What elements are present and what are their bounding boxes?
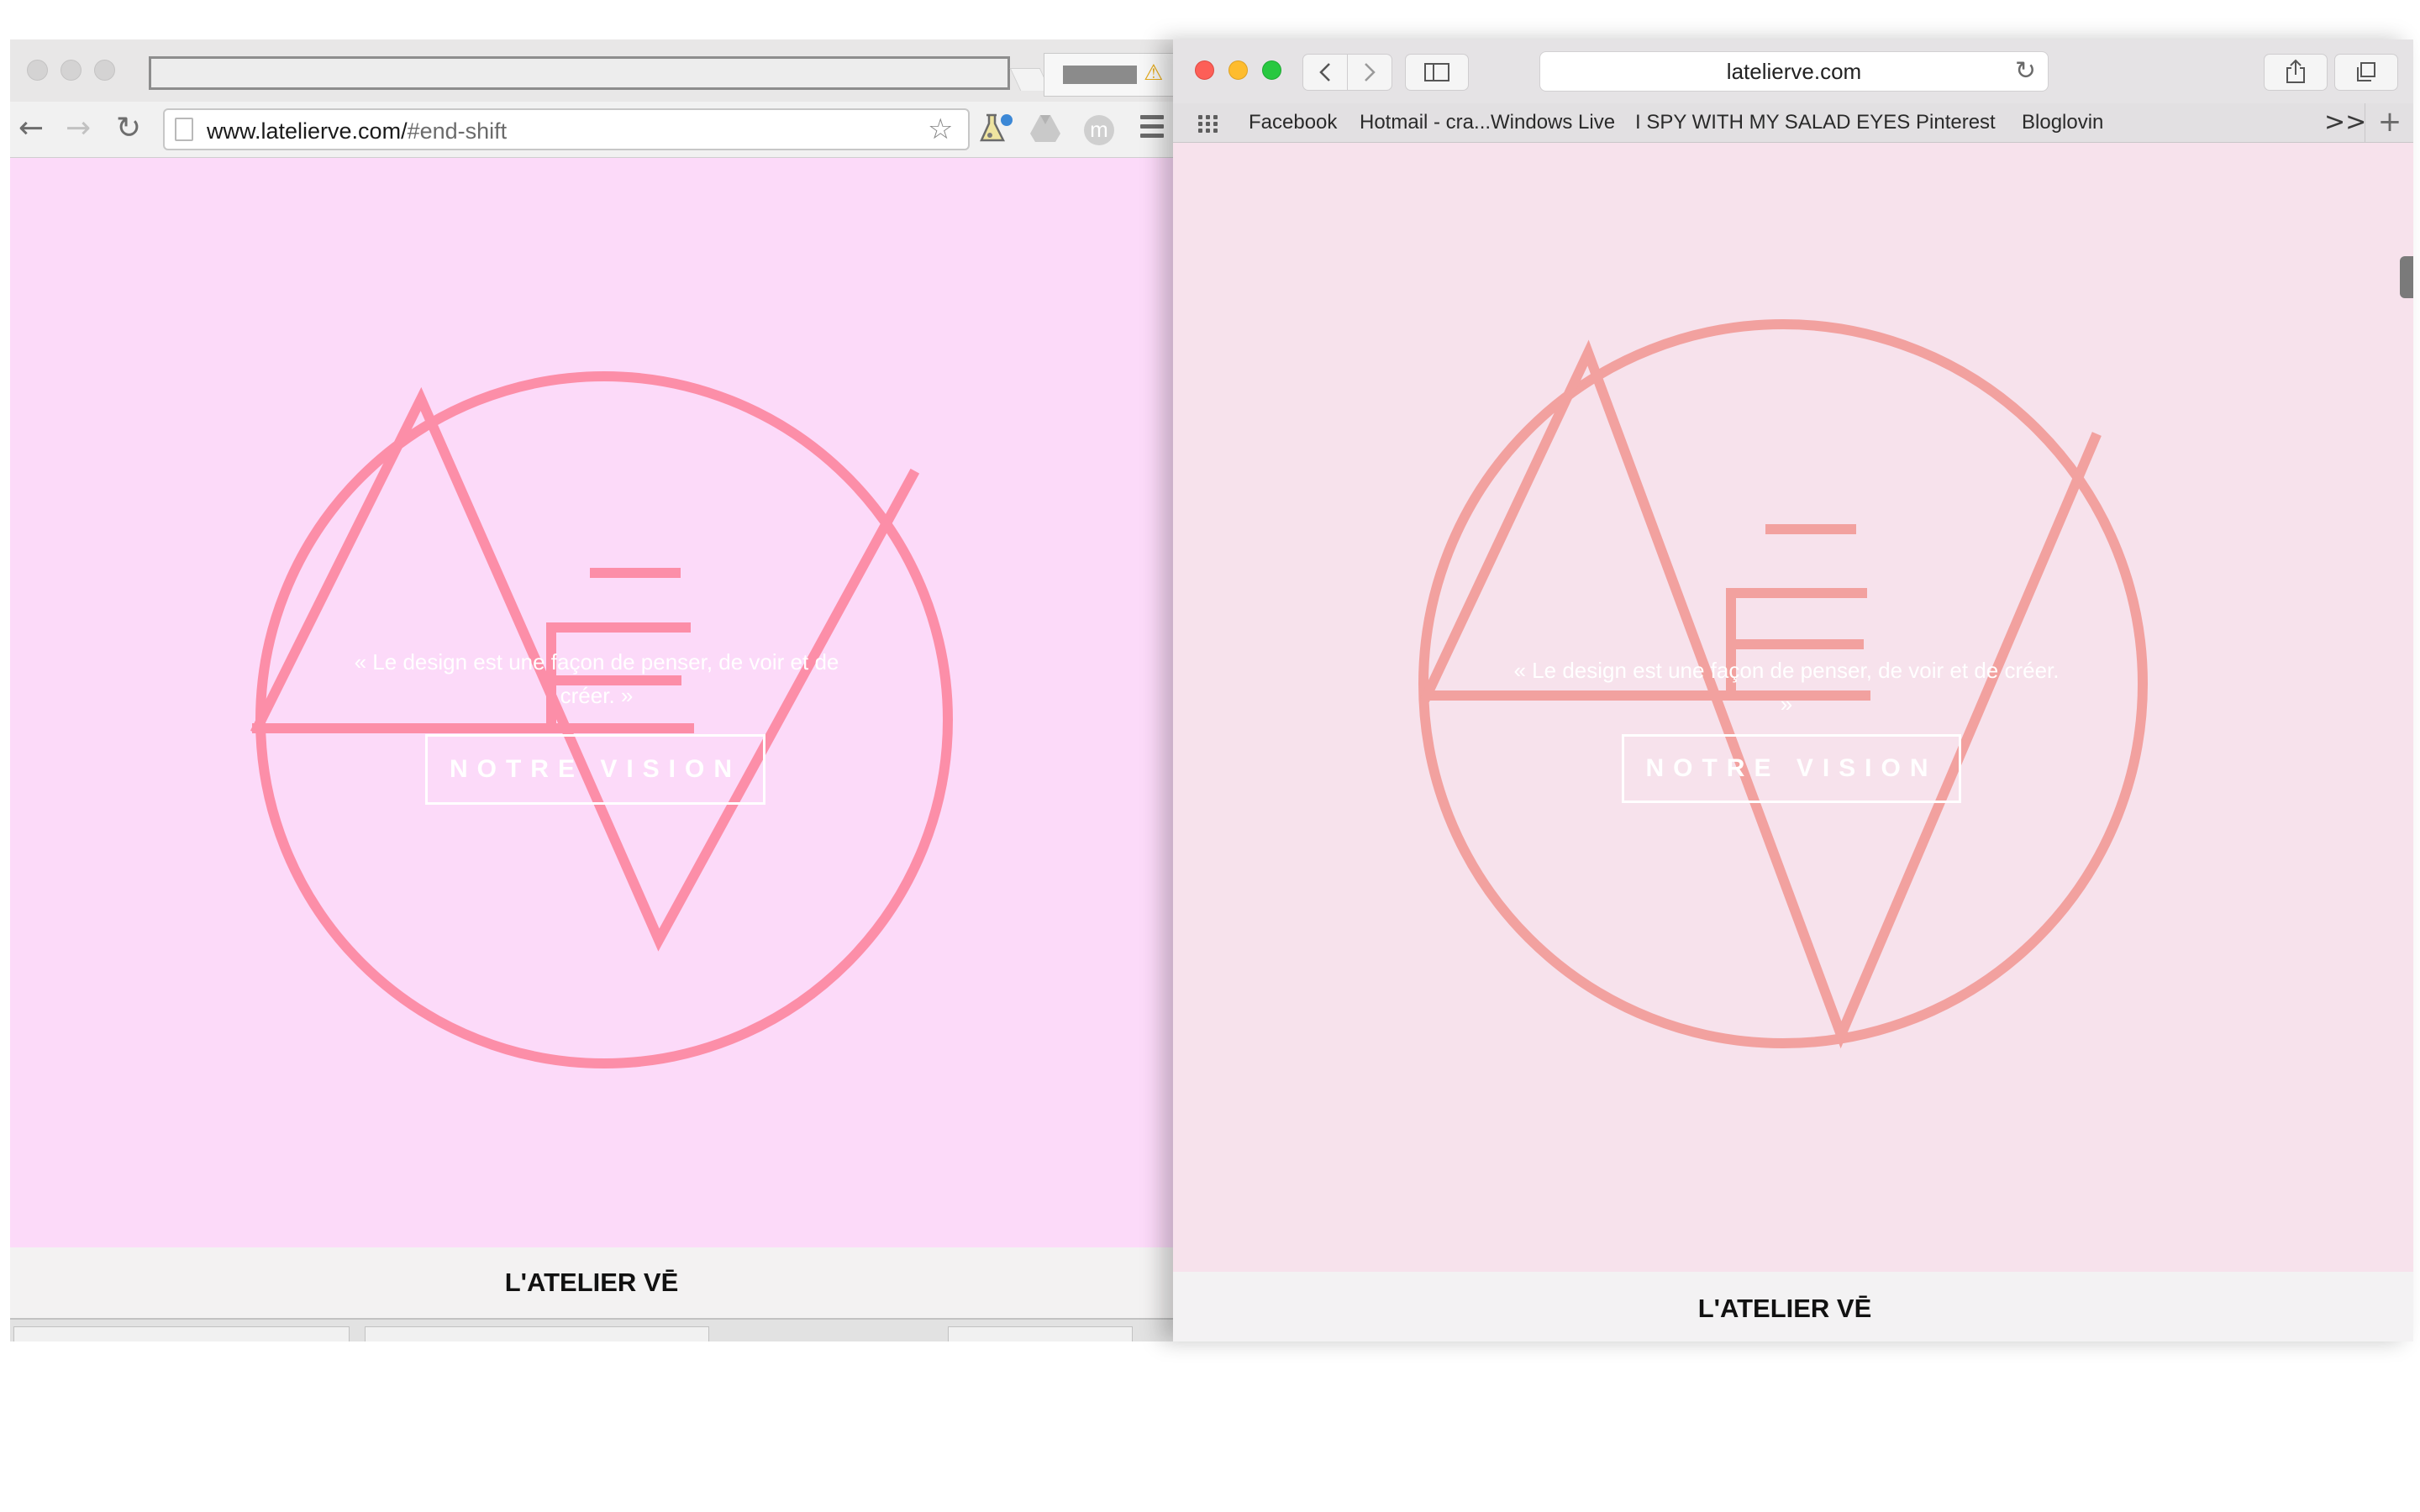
chevron-left-icon: [1319, 63, 1330, 81]
notre-vision-button[interactable]: NOTRE VISION: [1622, 734, 1961, 803]
browser-tab[interactable]: [149, 56, 1010, 90]
site-title: L'ATELIER VĒ: [504, 1268, 679, 1297]
chrome-page-hero: « Le design est une façon de penser, de …: [10, 158, 1173, 1247]
zoom-window-button[interactable]: [94, 60, 115, 81]
reload-icon[interactable]: ↻: [2015, 52, 2036, 91]
download-item[interactable]: [948, 1326, 1133, 1341]
back-button[interactable]: [1302, 54, 1348, 91]
safari-page-footer: L'ATELIER VĒ: [1173, 1272, 2413, 1341]
notre-vision-button[interactable]: NOTRE VISION: [425, 734, 765, 805]
safari-window: latelierve.com ↻ Facebook Hotmail - cra.…: [1173, 39, 2413, 1341]
minimize-window-button[interactable]: [1228, 60, 1248, 80]
bookmark-salad-eyes[interactable]: I SPY WITH MY SALAD EYES: [1635, 103, 1910, 142]
reload-button[interactable]: ↻: [116, 113, 141, 144]
logo-circle: [255, 371, 953, 1068]
chevron-right-icon: [1365, 63, 1376, 81]
new-tab-plus-icon[interactable]: +: [2365, 103, 2413, 142]
url-fragment: #end-shift: [407, 118, 508, 144]
sidebar-button[interactable]: [1405, 54, 1469, 91]
share-button[interactable]: [2264, 54, 2328, 91]
grid-icon[interactable]: [1198, 115, 1223, 133]
tabs-icon: [2357, 62, 2375, 81]
warning-icon: ⚠: [1144, 60, 1164, 86]
forward-button[interactable]: →: [66, 113, 91, 144]
drive-icon: [1030, 115, 1060, 142]
drive-extension-button[interactable]: [1028, 113, 1062, 144]
back-button[interactable]: ←: [18, 113, 44, 144]
share-icon: [2286, 59, 2305, 83]
sidebar-icon: [1424, 63, 1449, 81]
bookmark-hotmail[interactable]: Hotmail - cra...Windows Live: [1360, 103, 1615, 142]
address-bar[interactable]: latelierve.com ↻: [1539, 51, 2049, 92]
close-window-button[interactable]: [27, 60, 48, 81]
extension-flask-icon[interactable]: [976, 112, 1013, 145]
close-window-button[interactable]: [1195, 60, 1214, 80]
bookmark-bloglovin[interactable]: Bloglovin: [2022, 103, 2103, 142]
more-bookmarks-button[interactable]: >>: [2324, 103, 2366, 142]
address-bar[interactable]: www.latelierve.com/#end-shift ☆: [163, 108, 970, 150]
tabs-overview-button[interactable]: [2334, 54, 2398, 91]
chrome-toolbar: ← → ↻ www.latelierve.com/#end-shift ☆ m: [10, 102, 1173, 158]
url-domain: www.latelierve.com/: [207, 118, 408, 144]
flask-icon: [980, 113, 1013, 142]
bookmark-star-icon[interactable]: ☆: [928, 115, 953, 144]
safari-toolbar: latelierve.com ↻: [1173, 39, 2413, 103]
redacted-profile-name: [1063, 66, 1137, 84]
download-item[interactable]: [13, 1326, 350, 1341]
chrome-tabstrip: ⚠: [10, 39, 1173, 102]
chrome-window: ⚠ ← → ↻ www.latelierve.com/#end-shift ☆ …: [10, 39, 1173, 1341]
safari-page-hero: « Le design est une façon de penser, de …: [1173, 143, 2413, 1272]
hero-quote: « Le design est une façon de penser, de …: [354, 649, 839, 708]
scroll-handle[interactable]: [2400, 256, 2413, 298]
address-text[interactable]: www.latelierve.com/#end-shift: [207, 118, 507, 144]
chrome-menu-icon[interactable]: [1140, 115, 1164, 140]
downloads-bar: [10, 1318, 1173, 1341]
profile-area[interactable]: ⚠: [1044, 53, 1173, 97]
minimize-window-button[interactable]: [60, 60, 82, 81]
zoom-window-button[interactable]: [1262, 60, 1281, 80]
bookmark-facebook[interactable]: Facebook: [1249, 103, 1337, 142]
m-extension-icon[interactable]: m: [1084, 115, 1114, 145]
page-icon: [175, 118, 193, 141]
bookmark-pinterest[interactable]: Pinterest: [1916, 103, 1996, 142]
site-title: L'ATELIER VĒ: [1697, 1294, 1872, 1323]
forward-button[interactable]: [1347, 54, 1392, 91]
download-item[interactable]: [365, 1326, 709, 1341]
favorites-bar: Facebook Hotmail - cra...Windows Live I …: [1173, 103, 2413, 143]
ave-logo: [250, 371, 953, 1068]
address-text[interactable]: latelierve.com: [1540, 52, 2048, 91]
hero-quote: « Le design est une façon de penser, de …: [1513, 658, 2060, 717]
